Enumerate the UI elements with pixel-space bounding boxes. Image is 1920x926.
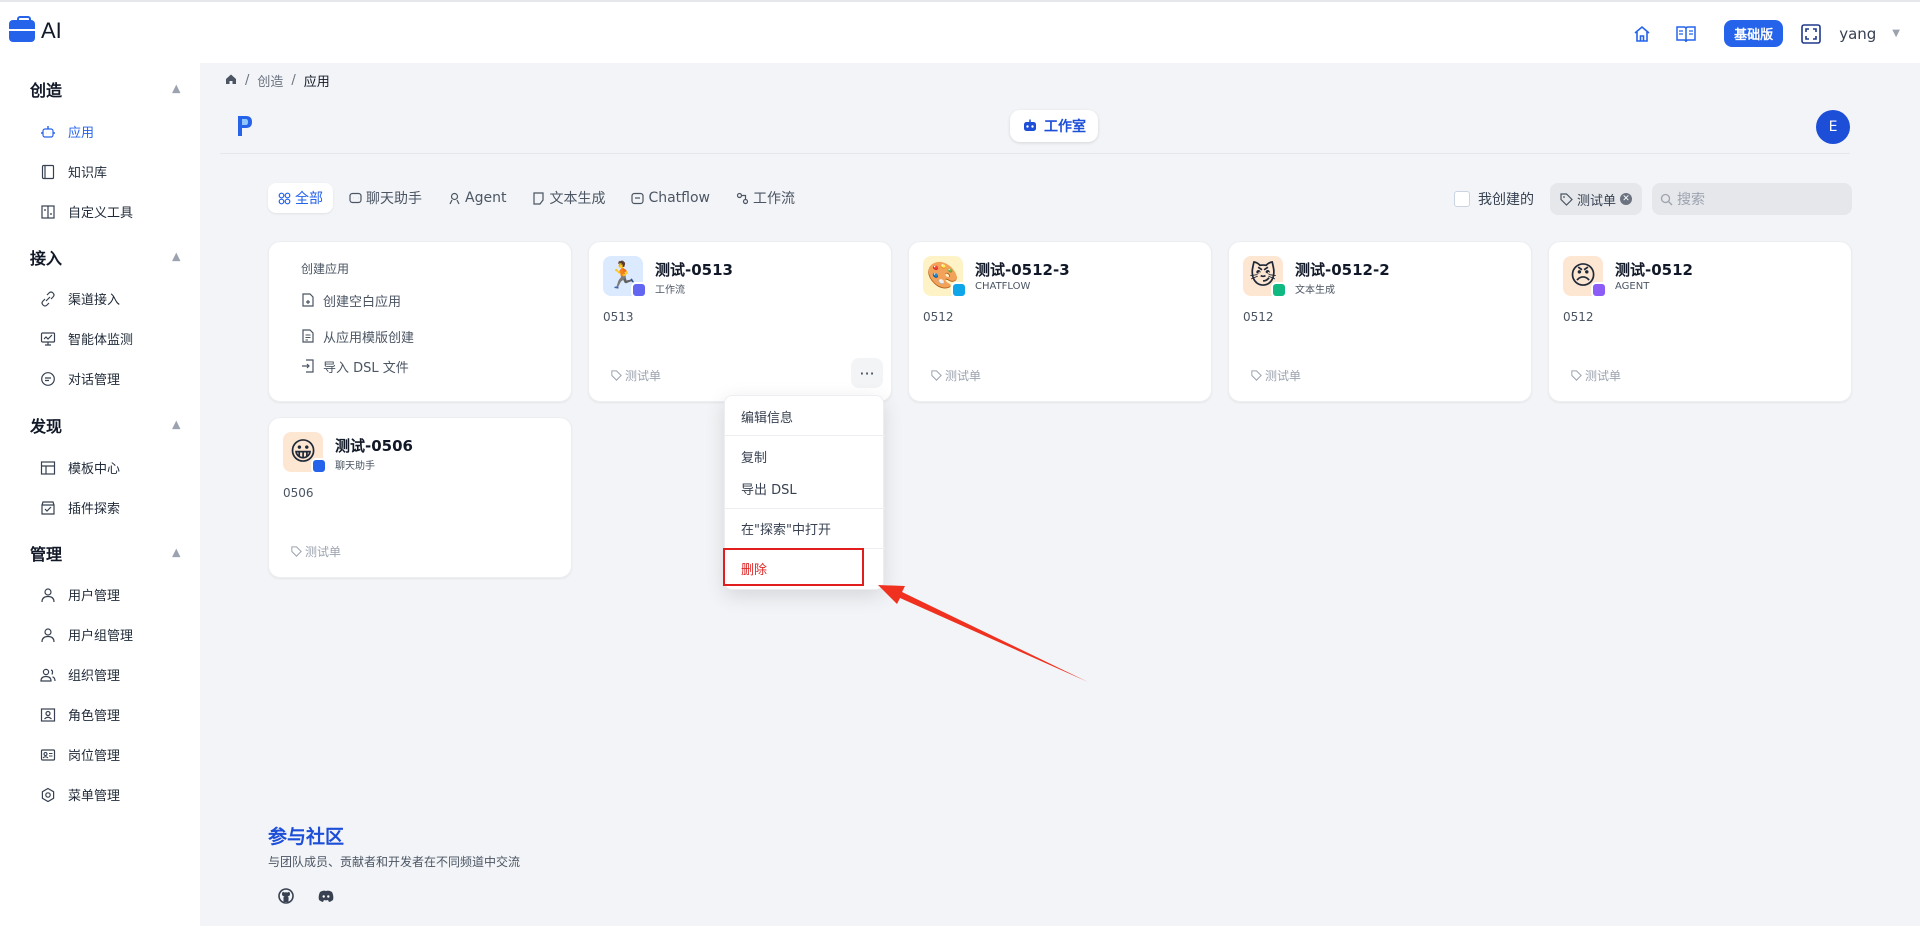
annotation-arrow-icon	[878, 585, 1088, 682]
community-section: 参与社区 与团队成员、贡献者和开发者在不同频道中交流	[268, 822, 520, 906]
discord-icon[interactable]	[316, 886, 336, 906]
github-icon[interactable]	[276, 886, 296, 906]
community-title: 参与社区	[268, 826, 345, 848]
community-subtitle: 与团队成员、贡献者和开发者在不同频道中交流	[268, 855, 521, 869]
